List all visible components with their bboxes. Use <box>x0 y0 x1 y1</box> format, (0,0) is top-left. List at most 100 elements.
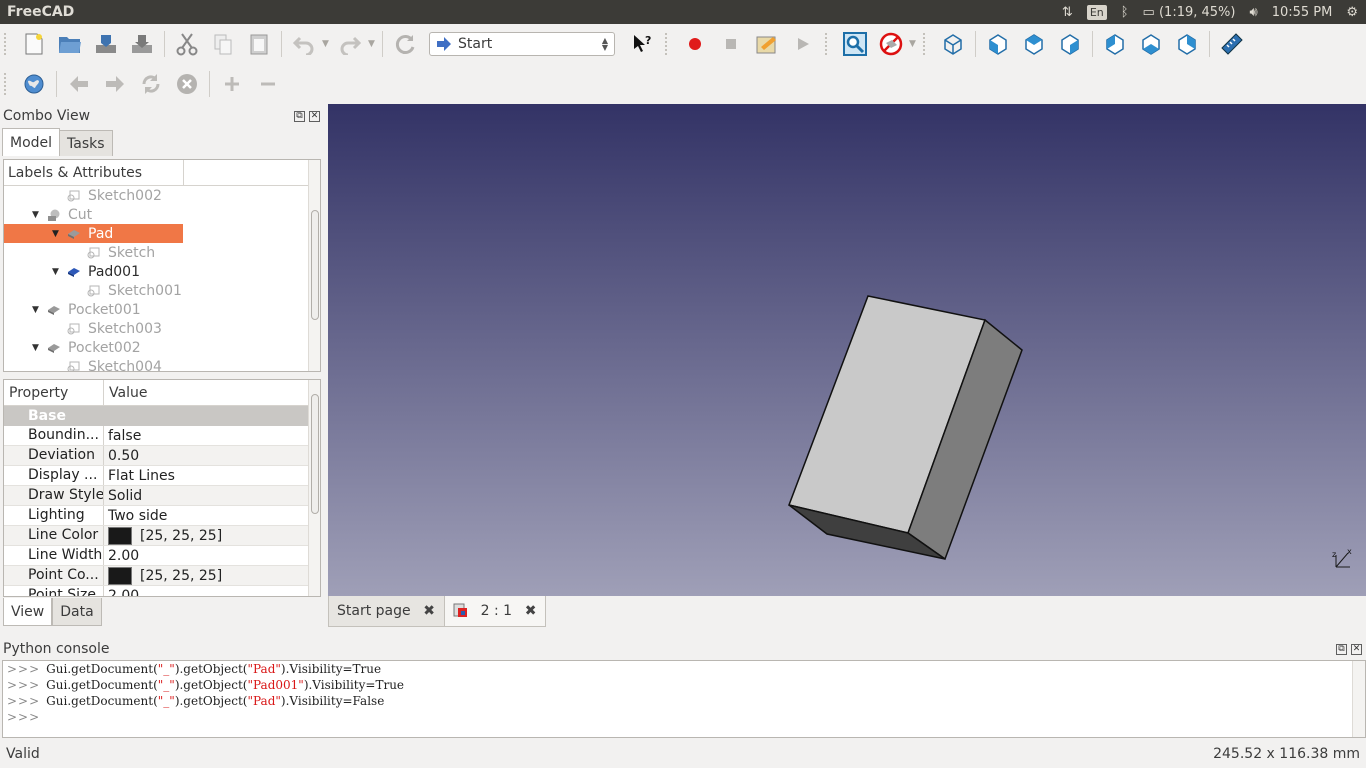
expand-arrow-icon[interactable]: ▼ <box>32 343 39 353</box>
tree-item-selected[interactable]: ▼ Pad <box>4 224 183 243</box>
bluetooth-icon[interactable]: ᛒ <box>1121 5 1129 20</box>
save-button[interactable] <box>88 27 124 61</box>
save-as-button[interactable] <box>124 27 160 61</box>
undo-dropdown-caret[interactable]: ▼ <box>322 39 332 49</box>
property-value[interactable]: 2.00 <box>104 586 139 597</box>
tree-item[interactable]: ▼ Pocket001 <box>4 300 320 319</box>
copy-button[interactable] <box>205 27 241 61</box>
measure-distance-button[interactable] <box>1214 27 1250 61</box>
clock[interactable]: 10:55 PM <box>1272 5 1333 20</box>
draw-style-button[interactable] <box>873 27 909 61</box>
value-column-header[interactable]: Value <box>104 380 147 405</box>
tab-view[interactable]: View <box>3 598 53 626</box>
float-panel-button[interactable]: ⧉ <box>1336 643 1347 655</box>
volume-icon[interactable]: 🔊︎ <box>1249 5 1257 20</box>
redo-button[interactable] <box>332 27 368 61</box>
console-input-line[interactable]: >>> <box>3 709 1365 725</box>
cut-button[interactable] <box>169 27 205 61</box>
tab-data[interactable]: Data <box>52 598 102 626</box>
close-panel-button[interactable]: ✕ <box>309 110 320 122</box>
3d-scene[interactable] <box>328 104 1366 596</box>
draw-style-dropdown-caret[interactable]: ▼ <box>909 39 919 49</box>
tree-item[interactable]: ▼ Pad001 <box>4 262 320 281</box>
view-left-button[interactable] <box>1169 27 1205 61</box>
tree-item[interactable]: ▼ Cut <box>4 205 320 224</box>
property-scrollbar[interactable] <box>308 380 320 596</box>
expand-arrow-icon[interactable]: ▼ <box>52 267 59 277</box>
web-back-button[interactable] <box>61 67 97 101</box>
redo-dropdown-caret[interactable]: ▼ <box>368 39 378 49</box>
property-column-header[interactable]: Property <box>4 380 104 405</box>
tab-model[interactable]: Model <box>2 128 61 156</box>
tree-column-header[interactable]: Labels & Attributes <box>4 160 184 186</box>
tree-item[interactable]: Sketch004 <box>4 357 320 371</box>
view-right-button[interactable] <box>1052 27 1088 61</box>
workbench-selector[interactable]: Start ▲ ▼ <box>429 32 615 56</box>
new-document-button[interactable] <box>16 27 52 61</box>
property-group-base[interactable]: Base <box>4 406 320 426</box>
battery-indicator[interactable]: ▭ (1:19, 45%) <box>1143 5 1236 20</box>
undo-button[interactable] <box>286 27 322 61</box>
tree-item[interactable]: Sketch002 <box>4 186 320 205</box>
expand-arrow-icon[interactable]: ▼ <box>32 305 39 315</box>
open-button[interactable] <box>52 27 88 61</box>
3d-viewport[interactable]: zx <box>328 104 1366 596</box>
view-bottom-button[interactable] <box>1133 27 1169 61</box>
tab-tasks[interactable]: Tasks <box>59 130 113 156</box>
property-value[interactable]: [25, 25, 25] <box>104 526 222 545</box>
tree-item[interactable]: Sketch <box>4 243 320 262</box>
scrollbar-thumb[interactable] <box>311 210 319 320</box>
execute-macro-button[interactable] <box>785 27 821 61</box>
close-tab-icon[interactable]: ✖ <box>423 604 436 618</box>
property-value[interactable]: false <box>104 426 141 445</box>
tree-scrollbar[interactable] <box>308 160 320 371</box>
property-row[interactable]: Display ... Flat Lines <box>4 466 320 486</box>
record-macro-button[interactable] <box>677 27 713 61</box>
property-row[interactable]: Deviation 0.50 <box>4 446 320 466</box>
tree-item[interactable]: Sketch001 <box>4 281 320 300</box>
toolbar-grip[interactable] <box>4 73 10 95</box>
property-value[interactable]: [25, 25, 25] <box>104 566 222 585</box>
property-row[interactable]: Boundin... false <box>4 426 320 446</box>
toolbar-grip[interactable] <box>4 33 10 55</box>
web-stop-button[interactable] <box>169 67 205 101</box>
property-value[interactable]: 2.00 <box>104 546 139 565</box>
stop-macro-button[interactable] <box>713 27 749 61</box>
property-row[interactable]: Point Co... [25, 25, 25] <box>4 566 320 586</box>
close-panel-button[interactable]: ✕ <box>1351 643 1362 655</box>
web-browser-button[interactable] <box>16 67 52 101</box>
property-row[interactable]: Line Width 2.00 <box>4 546 320 566</box>
settings-gear-icon[interactable]: ⚙ <box>1346 5 1358 20</box>
web-refresh-button[interactable] <box>133 67 169 101</box>
tree-item[interactable]: Sketch003 <box>4 319 320 338</box>
refresh-button[interactable] <box>387 27 423 61</box>
console-scrollbar[interactable] <box>1352 661 1365 737</box>
toolbar-grip[interactable] <box>665 33 671 55</box>
zoom-in-button[interactable] <box>214 67 250 101</box>
property-row[interactable]: Draw Style Solid <box>4 486 320 506</box>
expand-arrow-icon[interactable]: ▼ <box>32 210 39 220</box>
expand-arrow-icon[interactable]: ▼ <box>52 229 59 239</box>
keyboard-layout-indicator[interactable]: En <box>1086 4 1107 20</box>
view-fit-all-button[interactable] <box>837 27 873 61</box>
property-value[interactable]: Solid <box>104 486 142 505</box>
tree-item[interactable]: ▼ Pocket002 <box>4 338 320 357</box>
whats-this-button[interactable]: ? <box>625 27 661 61</box>
web-forward-button[interactable] <box>97 67 133 101</box>
view-top-button[interactable] <box>1016 27 1052 61</box>
zoom-out-button[interactable] <box>250 67 286 101</box>
toolbar-grip[interactable] <box>825 33 831 55</box>
view-rear-button[interactable] <box>1097 27 1133 61</box>
property-value[interactable]: Flat Lines <box>104 466 175 485</box>
property-value[interactable]: Two side <box>104 506 167 525</box>
toolbar-grip[interactable] <box>923 33 929 55</box>
property-value[interactable]: 0.50 <box>104 446 139 465</box>
view-front-button[interactable] <box>980 27 1016 61</box>
close-tab-icon[interactable]: ✖ <box>524 604 537 618</box>
scrollbar-thumb[interactable] <box>311 394 319 514</box>
paste-button[interactable] <box>241 27 277 61</box>
float-panel-button[interactable]: ⧉ <box>294 110 305 122</box>
property-row[interactable]: Point Size 2.00 <box>4 586 320 597</box>
view-axonometric-button[interactable] <box>935 27 971 61</box>
property-row[interactable]: Line Color [25, 25, 25] <box>4 526 320 546</box>
